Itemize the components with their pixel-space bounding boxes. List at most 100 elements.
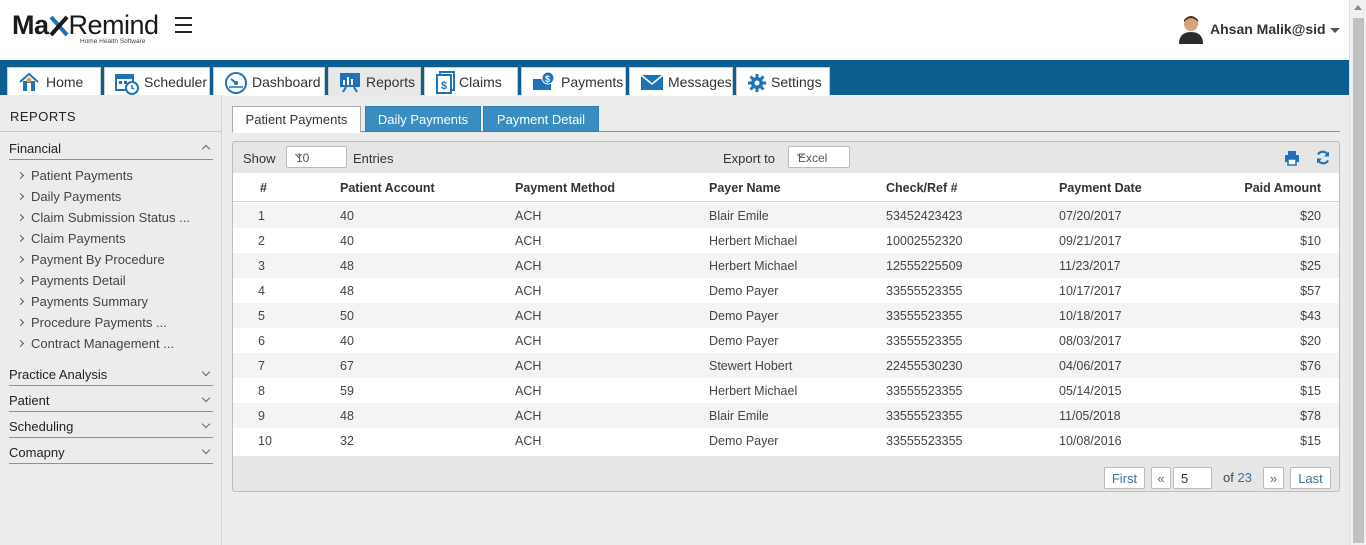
tab-label: Settings (771, 74, 822, 90)
table-cell: 67 (340, 359, 354, 373)
next-page-button[interactable]: » (1263, 467, 1284, 489)
table-row[interactable]: 9 48 ACH Blair Emile 33555523355 11/05/2018 $7… (233, 403, 1339, 428)
tab-messages[interactable]: Messages (629, 67, 733, 96)
chevron-up-icon (201, 144, 211, 154)
table-row[interactable]: 10 32 ACH Demo Payer 33555523355 10/08/2016 $1… (233, 428, 1339, 453)
sidebar-section-practice-analysis[interactable]: Practice Analysis (9, 364, 213, 386)
sidebar-item-label: Payments Detail (31, 273, 126, 288)
table-cell: 40 (340, 334, 354, 348)
table-cell: 59 (340, 384, 354, 398)
sidebar-item-payments-summary[interactable]: Payments Summary (16, 294, 148, 309)
page-scrollbar[interactable] (1349, 0, 1366, 545)
sidebar-section-financial[interactable]: Financial (9, 138, 213, 160)
table-cell: Stewert Hobert (709, 359, 793, 373)
table-cell: 33555523355 (886, 309, 963, 323)
sidebar: REPORTS Financial Patient Payments Daily… (0, 95, 222, 545)
chevron-right-icon (16, 234, 25, 243)
logo[interactable]: Ma Remind Home Health Software (12, 10, 172, 46)
table-cell: $10 (1300, 234, 1321, 248)
table-cell: $76 (1300, 359, 1321, 373)
main-nav: Home Scheduler Dashboard Reports $ Claim… (0, 60, 1349, 96)
table-row[interactable]: 6 40 ACH Demo Payer 33555523355 08/03/2017 $20 (233, 328, 1339, 353)
table-row[interactable]: 8 59 ACH Herbert Michael 33555523355 05/14/20… (233, 378, 1339, 403)
tab-payment-detail[interactable]: Payment Detail (483, 106, 599, 132)
sidebar-item-daily-payments[interactable]: Daily Payments (16, 189, 121, 204)
table-row[interactable]: 4 48 ACH Demo Payer 33555523355 10/17/2017 $57 (233, 278, 1339, 303)
tab-label: Messages (668, 74, 732, 90)
payments-icon: $ (533, 71, 555, 90)
calendar-icon (115, 74, 139, 95)
last-page-button[interactable]: Last (1290, 467, 1331, 489)
tab-patient-payments[interactable]: Patient Payments (232, 106, 361, 133)
table-row[interactable]: 5 50 ACH Demo Payer 33555523355 10/18/2017 $43 (233, 303, 1339, 328)
column-header-payer-name[interactable]: Payer Name (709, 181, 781, 195)
prev-page-button[interactable]: « (1151, 467, 1171, 489)
sidebar-item-payments-detail[interactable]: Payments Detail (16, 273, 126, 288)
page-of-label: of 23 (1223, 470, 1252, 485)
sidebar-title: REPORTS (10, 109, 77, 124)
menu-toggle-icon[interactable] (175, 17, 192, 33)
table-cell: 10002552320 (886, 234, 963, 248)
table-cell: 12555225509 (886, 259, 963, 273)
table-cell: 10 (258, 434, 272, 448)
tab-daily-payments[interactable]: Daily Payments (365, 106, 481, 132)
column-header-payment-method[interactable]: Payment Method (515, 181, 615, 195)
sidebar-item-patient-payments[interactable]: Patient Payments (16, 168, 133, 183)
table-row[interactable]: 2 40 ACH Herbert Michael 10002552320 09/21/20… (233, 228, 1339, 253)
sidebar-item-contract-management[interactable]: Contract Management ... (16, 336, 174, 351)
chevron-right-icon (16, 192, 25, 201)
tab-settings[interactable]: Settings (736, 67, 830, 96)
speedometer-icon (225, 72, 247, 94)
table-cell: $78 (1300, 409, 1321, 423)
tab-claims[interactable]: $ Claims (424, 67, 518, 96)
page-number-input[interactable]: 5 (1173, 467, 1212, 489)
table-cell: 40 (340, 209, 354, 223)
sidebar-item-procedure-payments[interactable]: Procedure Payments ... (16, 315, 167, 330)
chevron-right-icon (16, 318, 25, 327)
sidebar-item-claim-submission-status[interactable]: Claim Submission Status ... (16, 210, 190, 225)
tab-label: Dashboard (252, 74, 321, 90)
tab-payments[interactable]: $ Payments (521, 67, 626, 96)
header: Ma Remind Home Health Software Ahsan Mali… (0, 0, 1349, 60)
first-page-button[interactable]: First (1104, 467, 1145, 489)
column-header-patient-account[interactable]: Patient Account (340, 181, 435, 195)
chevron-right-icon (16, 297, 25, 306)
sidebar-item-claim-payments[interactable]: Claim Payments (16, 231, 126, 246)
tab-reports[interactable]: Reports (328, 67, 421, 96)
table-cell: Herbert Michael (709, 234, 798, 248)
table-cell: 1 (258, 209, 265, 223)
table-cell: 50 (340, 309, 354, 323)
chevron-right-icon (16, 213, 25, 222)
table-row[interactable]: 3 48 ACH Herbert Michael 12555225509 11/23/20… (233, 253, 1339, 278)
table-cell: Herbert Michael (709, 259, 798, 273)
sidebar-section-scheduling[interactable]: Scheduling (9, 416, 213, 438)
tab-label: Claims (459, 74, 502, 90)
export-select[interactable]: Excel (788, 146, 850, 168)
print-icon[interactable] (1284, 150, 1300, 166)
sidebar-item-payment-by-procedure[interactable]: Payment By Procedure (16, 252, 165, 267)
scroll-up-icon[interactable] (1354, 5, 1362, 10)
tab-dashboard[interactable]: Dashboard (213, 67, 325, 96)
column-header-check-ref[interactable]: Check/Ref # (886, 181, 958, 195)
table-cell: ACH (515, 384, 542, 398)
column-header-payment-date[interactable]: Payment Date (1059, 181, 1142, 195)
table-row[interactable]: 7 67 ACH Stewert Hobert 22455530230 04/06/201… (233, 353, 1339, 378)
total-pages[interactable]: 23 (1237, 470, 1251, 485)
tab-label: Payments (561, 74, 624, 90)
table-cell: 10/18/2017 (1059, 309, 1122, 323)
sidebar-section-company[interactable]: Comapny (9, 442, 213, 464)
column-header-number[interactable]: # (260, 181, 267, 195)
tab-home[interactable]: Home (7, 67, 101, 96)
gear-icon (748, 74, 766, 92)
table-row[interactable]: 1 40 ACH Blair Emile 53452423423 07/20/2017 $2… (233, 203, 1339, 228)
table-cell: Demo Payer (709, 284, 779, 298)
scrollbar-thumb[interactable] (1353, 18, 1364, 543)
page-size-select[interactable]: 10 (286, 146, 347, 168)
tab-scheduler[interactable]: Scheduler (104, 67, 210, 96)
table-cell: 11/23/2017 (1059, 259, 1121, 273)
user-menu[interactable]: Ahsan Malik@sid (1178, 12, 1340, 46)
sidebar-section-patient[interactable]: Patient (9, 390, 213, 412)
table-cell: ACH (515, 434, 542, 448)
refresh-icon[interactable] (1315, 149, 1331, 166)
column-header-paid-amount[interactable]: Paid Amount (1244, 181, 1321, 195)
